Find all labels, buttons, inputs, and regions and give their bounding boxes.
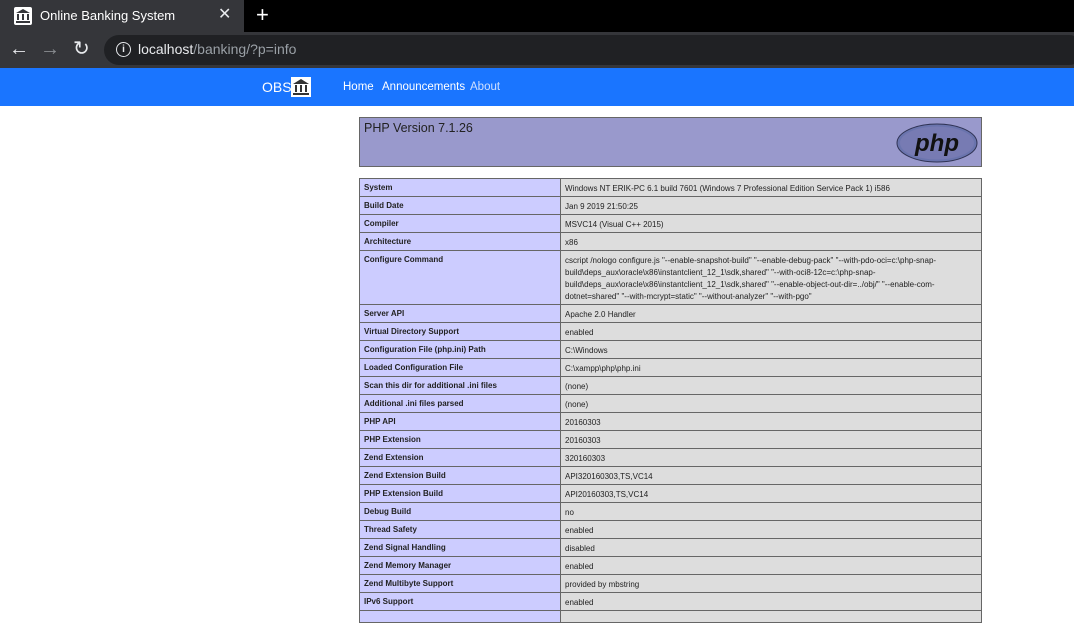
row-value: API320160303,TS,VC14 xyxy=(560,466,982,485)
row-value: 20160303 xyxy=(560,430,982,449)
table-row: PHP Extension 20160303 xyxy=(359,430,982,449)
table-row: Zend Extension 320160303 xyxy=(359,448,982,467)
php-version-header: PHP Version 7.1.26 php xyxy=(359,117,982,167)
info-icon[interactable]: i xyxy=(116,42,131,57)
table-row xyxy=(359,610,982,623)
row-key: Zend Memory Manager xyxy=(359,556,561,575)
table-row: Zend Extension Build API320160303,TS,VC14 xyxy=(359,466,982,485)
row-key: Additional .ini files parsed xyxy=(359,394,561,413)
row-key: Thread Safety xyxy=(359,520,561,539)
table-row: Build Date Jan 9 2019 21:50:25 xyxy=(359,196,982,215)
tab-title: Online Banking System xyxy=(40,8,176,23)
address-bar[interactable]: i localhost/banking/?p=info xyxy=(104,35,1074,65)
row-value: no xyxy=(560,502,982,521)
row-value: 320160303 xyxy=(560,448,982,467)
table-row: IPv6 Support enabled xyxy=(359,592,982,611)
row-value: enabled xyxy=(560,322,982,341)
row-key: Virtual Directory Support xyxy=(359,322,561,341)
table-row: Zend Memory Manager enabled xyxy=(359,556,982,575)
row-value: (none) xyxy=(560,376,982,395)
row-key: System xyxy=(359,178,561,197)
row-value: (none) xyxy=(560,394,982,413)
table-row: System Windows NT ERIK-PC 6.1 build 7601 … xyxy=(359,178,982,197)
row-value: MSVC14 (Visual C++ 2015) xyxy=(560,214,982,233)
table-row: Configure Command cscript /nologo configu… xyxy=(359,250,982,305)
new-tab-icon[interactable]: + xyxy=(256,3,269,27)
site-navbar: OBS Home Announcements About xyxy=(0,68,1074,106)
browser-tab[interactable]: Online Banking System ✕ xyxy=(0,0,244,32)
row-key: Loaded Configuration File xyxy=(359,358,561,377)
row-key: PHP API xyxy=(359,412,561,431)
bank-icon[interactable] xyxy=(291,77,311,97)
row-key: Architecture xyxy=(359,232,561,251)
browser-tabstrip: Online Banking System ✕ + xyxy=(0,0,1074,32)
row-value: Apache 2.0 Handler xyxy=(560,304,982,323)
table-row: Debug Build no xyxy=(359,502,982,521)
php-version: PHP Version 7.1.26 xyxy=(364,121,473,135)
table-row: Compiler MSVC14 (Visual C++ 2015) xyxy=(359,214,982,233)
row-key: Zend Extension xyxy=(359,448,561,467)
table-row: Thread Safety enabled xyxy=(359,520,982,539)
table-row: PHP Extension Build API20160303,TS,VC14 xyxy=(359,484,982,503)
row-key: Server API xyxy=(359,304,561,323)
table-row: Zend Multibyte Support provided by mbstri… xyxy=(359,574,982,593)
row-key: Build Date xyxy=(359,196,561,215)
row-value: enabled xyxy=(560,592,982,611)
row-key: Debug Build xyxy=(359,502,561,521)
table-row: Configuration File (php.ini) Path C:\Wind… xyxy=(359,340,982,359)
row-key: Scan this dir for additional .ini files xyxy=(359,376,561,395)
phpinfo-table: System Windows NT ERIK-PC 6.1 build 7601 … xyxy=(359,178,982,623)
row-key xyxy=(359,610,561,623)
row-key: Zend Extension Build xyxy=(359,466,561,485)
row-key: Compiler xyxy=(359,214,561,233)
table-row: Zend Signal Handling disabled xyxy=(359,538,982,557)
table-row: Architecture x86 xyxy=(359,232,982,251)
browser-toolbar: ← → ↻ i localhost/banking/?p=info xyxy=(0,32,1074,68)
nav-about[interactable]: About xyxy=(470,81,500,93)
table-row: Scan this dir for additional .ini files(… xyxy=(359,376,982,395)
row-value: disabled xyxy=(560,538,982,557)
close-icon[interactable]: ✕ xyxy=(218,6,231,24)
nav-home[interactable]: Home xyxy=(343,81,374,93)
bank-icon xyxy=(14,7,32,25)
forward-icon[interactable]: → xyxy=(40,38,60,60)
brand-logo[interactable]: OBS xyxy=(262,79,292,95)
table-row: Additional .ini files parsed (none) xyxy=(359,394,982,413)
reload-icon[interactable]: ↻ xyxy=(73,38,90,60)
back-icon[interactable]: ← xyxy=(9,38,29,60)
row-value: Jan 9 2019 21:50:25 xyxy=(560,196,982,215)
row-value: enabled xyxy=(560,520,982,539)
table-row: Virtual Directory Support enabled xyxy=(359,322,982,341)
row-value: 20160303 xyxy=(560,412,982,431)
row-key: Configuration File (php.ini) Path xyxy=(359,340,561,359)
row-key: PHP Extension Build xyxy=(359,484,561,503)
row-value: C:\xampp\php\php.ini xyxy=(560,358,982,377)
nav-announcements[interactable]: Announcements xyxy=(382,81,465,93)
svg-text:php: php xyxy=(914,130,959,157)
url-text: localhost/banking/?p=info xyxy=(138,41,297,57)
php-logo: php xyxy=(896,123,978,168)
row-value: C:\Windows xyxy=(560,340,982,359)
table-row: PHP API 20160303 xyxy=(359,412,982,431)
row-key: PHP Extension xyxy=(359,430,561,449)
table-row: Loaded Configuration File C:\xampp\php\ph… xyxy=(359,358,982,377)
row-value: provided by mbstring xyxy=(560,574,982,593)
row-value: Windows NT ERIK-PC 6.1 build 7601 (Windo… xyxy=(560,178,982,197)
row-key: IPv6 Support xyxy=(359,592,561,611)
row-value: enabled xyxy=(560,556,982,575)
row-key: Zend Signal Handling xyxy=(359,538,561,557)
row-value: cscript /nologo configure.js "--enable-s… xyxy=(560,250,982,305)
row-key: Zend Multibyte Support xyxy=(359,574,561,593)
table-row: Server API Apache 2.0 Handler xyxy=(359,304,982,323)
row-key: Configure Command xyxy=(359,250,561,305)
row-value: x86 xyxy=(560,232,982,251)
row-value xyxy=(560,610,982,623)
row-value: API20160303,TS,VC14 xyxy=(560,484,982,503)
